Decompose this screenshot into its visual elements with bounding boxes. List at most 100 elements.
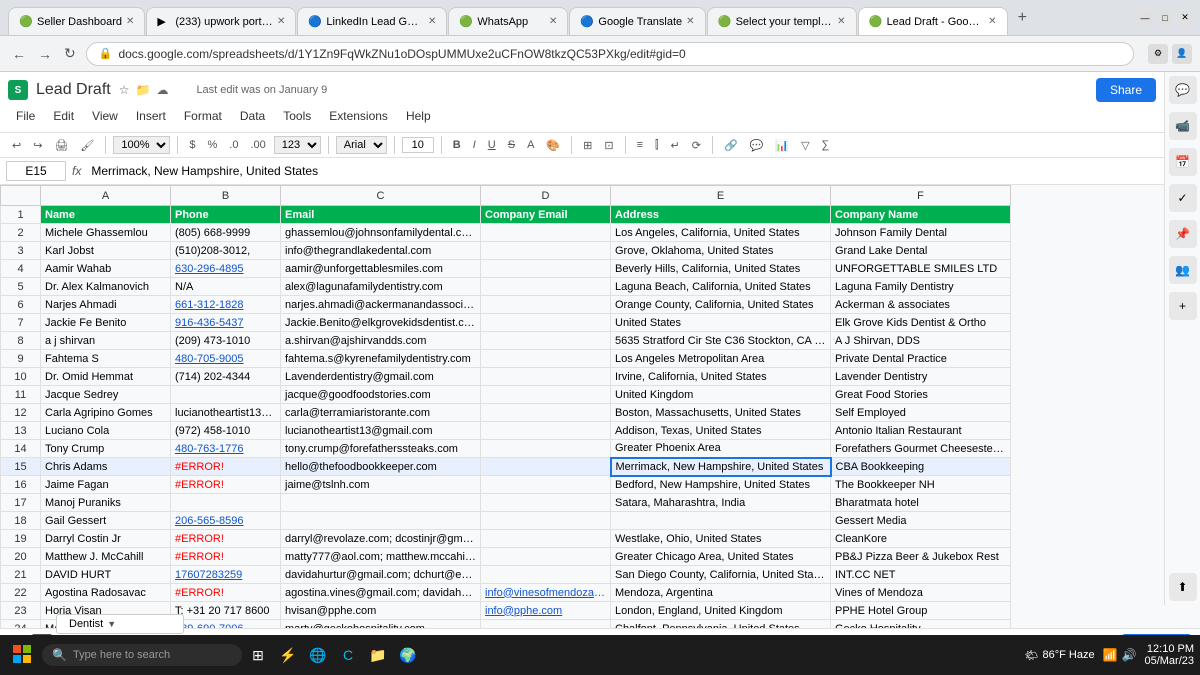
tab-close-icon[interactable]: ✕	[549, 16, 557, 27]
refresh-button[interactable]: ↻	[60, 43, 80, 64]
cell[interactable]: Dr. Omid Hemmat	[41, 368, 171, 386]
cell[interactable]: Lavenderdentistry@gmail.com	[281, 368, 481, 386]
currency-button[interactable]: $	[185, 137, 199, 153]
cell[interactable]: United States	[611, 314, 831, 332]
cell[interactable]: 206-565-8596	[171, 512, 281, 530]
redo-button[interactable]: ↪	[29, 137, 46, 154]
row-number[interactable]: 15	[1, 458, 41, 476]
tasks-icon[interactable]: ✓	[1169, 184, 1197, 212]
row-number[interactable]: 11	[1, 386, 41, 404]
back-button[interactable]: ←	[8, 43, 30, 64]
browser-tab-tab1[interactable]: 🟢 Seller Dashboard ✕	[8, 7, 145, 35]
tab-close-icon[interactable]: ✕	[126, 16, 134, 27]
cell[interactable]: fahtema.s@kyrenefamilydentistry.com	[281, 350, 481, 368]
expand-icon[interactable]: ⬆	[1169, 573, 1197, 601]
cell[interactable]: a j shirvan	[41, 332, 171, 350]
sheet-tab-dropdown[interactable]: ▼	[107, 619, 116, 629]
cell[interactable]: Jacque Sedrey	[41, 386, 171, 404]
cell[interactable]: United Kingdom	[611, 386, 831, 404]
start-button[interactable]	[6, 639, 38, 671]
star-icon[interactable]: ☆	[119, 83, 130, 97]
calendar-icon[interactable]: 📅	[1169, 148, 1197, 176]
cell[interactable]: A J Shirvan, DDS	[831, 332, 1011, 350]
cell[interactable]: Gessert Media	[831, 512, 1011, 530]
cell[interactable]	[481, 314, 611, 332]
col-header-A[interactable]: A	[41, 186, 171, 206]
contacts-icon[interactable]: 👥	[1169, 256, 1197, 284]
browser-tab-tab6[interactable]: 🟢 Select your template ✕	[707, 7, 857, 35]
cell[interactable]: Karl Jobst	[41, 242, 171, 260]
cell[interactable]: N/A	[171, 278, 281, 296]
cell[interactable]	[481, 548, 611, 566]
url-bar[interactable]: 🔒 docs.google.com/spreadsheets/d/1Y1Zn9F…	[86, 42, 1134, 66]
cloud-icon[interactable]: ☁	[156, 83, 168, 97]
cell[interactable]: Greater Phoenix Area	[611, 440, 831, 458]
row-number[interactable]: 20	[1, 548, 41, 566]
cell[interactable]: Dr. Alex Kalmanovich	[41, 278, 171, 296]
cell[interactable]: Self Employed	[831, 404, 1011, 422]
cell[interactable]: davidahurtur@gmail.com; dchurt@earthlink…	[281, 566, 481, 584]
cell[interactable]: alex@lagunafamilydentistry.com	[281, 278, 481, 296]
cell[interactable]	[481, 476, 611, 494]
cell[interactable]: Chalfont, Pennsylvania, United States	[611, 620, 831, 629]
cell[interactable]: 5635 Stratford Cir Ste C36 Stockton, CA …	[611, 332, 831, 350]
row-number[interactable]: 4	[1, 260, 41, 278]
cell[interactable]	[481, 512, 611, 530]
volume-icon[interactable]: 🔊	[1122, 648, 1137, 662]
cell[interactable]: Beverly Hills, California, United States	[611, 260, 831, 278]
link-button[interactable]: 🔗	[720, 137, 742, 154]
cell[interactable]	[481, 296, 611, 314]
menu-item-file[interactable]: File	[8, 106, 43, 126]
strikethrough-button[interactable]: S	[504, 137, 519, 153]
cell[interactable]: Lavender Dentistry	[831, 368, 1011, 386]
cell[interactable]: marty@geckohospitality.com	[281, 620, 481, 629]
cell[interactable]: CleanKore	[831, 530, 1011, 548]
close-button[interactable]: ✕	[1178, 11, 1192, 25]
cell[interactable]: Johnson Family Dental	[831, 224, 1011, 242]
cell[interactable]: Irvine, California, United States	[611, 368, 831, 386]
cell[interactable]: Gail Gessert	[41, 512, 171, 530]
decimal-dec[interactable]: .0	[225, 137, 242, 153]
cell[interactable]: jaime@tslnh.com	[281, 476, 481, 494]
cell[interactable]	[481, 620, 611, 629]
cell[interactable]: #ERROR!	[171, 476, 281, 494]
menu-item-format[interactable]: Format	[176, 106, 230, 126]
cell[interactable]: Mendoza, Argentina	[611, 584, 831, 602]
tab-close-icon[interactable]: ✕	[837, 16, 845, 27]
font-select[interactable]: Arial	[336, 136, 387, 154]
cortana-icon[interactable]: C	[336, 643, 360, 667]
cell[interactable]: Address	[611, 206, 831, 224]
cell[interactable]: ghassemlou@johnsonfamilydental.com	[281, 224, 481, 242]
cell[interactable]: (510)208-3012,	[171, 242, 281, 260]
cell[interactable]: info@thegrandlakedental.com	[281, 242, 481, 260]
row-number[interactable]: 9	[1, 350, 41, 368]
merge-button[interactable]: ⊡	[600, 137, 617, 154]
col-header-D[interactable]: D	[481, 186, 611, 206]
filter-button[interactable]: ▽	[797, 137, 813, 154]
cell[interactable]: Jaime Fagan	[41, 476, 171, 494]
cell[interactable]: Satara, Maharashtra, India	[611, 494, 831, 512]
comment-button[interactable]: 💬	[746, 137, 768, 154]
cell[interactable]: agostina.vines@gmail.com; davidahurtur@g…	[281, 584, 481, 602]
cell[interactable]: info@pphe.com	[481, 602, 611, 620]
browser-tab-tab2[interactable]: ▶ (233) upwork portfoli... ✕	[146, 7, 296, 35]
cell[interactable]	[171, 494, 281, 512]
cell[interactable]	[481, 278, 611, 296]
menu-item-data[interactable]: Data	[232, 106, 273, 126]
cell[interactable]: Company Name	[831, 206, 1011, 224]
tab-close-icon[interactable]: ✕	[277, 16, 285, 27]
cell[interactable]: (209) 473-1010	[171, 332, 281, 350]
bold-button[interactable]: B	[449, 137, 465, 153]
cell[interactable]: Aamir Wahab	[41, 260, 171, 278]
cell[interactable]	[481, 440, 611, 458]
cell[interactable]: CBA Bookkeeping	[831, 458, 1011, 476]
cell[interactable]: Name	[41, 206, 171, 224]
chrome-taskbar-icon[interactable]: 🌍	[396, 643, 420, 667]
cell[interactable]: PPHE Hotel Group	[831, 602, 1011, 620]
tab-close-icon[interactable]: ✕	[686, 16, 694, 27]
cell[interactable]: #ERROR!	[171, 548, 281, 566]
cell[interactable]: UNFORGETTABLE SMILES LTD	[831, 260, 1011, 278]
cell[interactable]	[481, 422, 611, 440]
taskbar-search-box[interactable]: 🔍 Type here to search	[42, 644, 242, 666]
row-number[interactable]: 14	[1, 440, 41, 458]
